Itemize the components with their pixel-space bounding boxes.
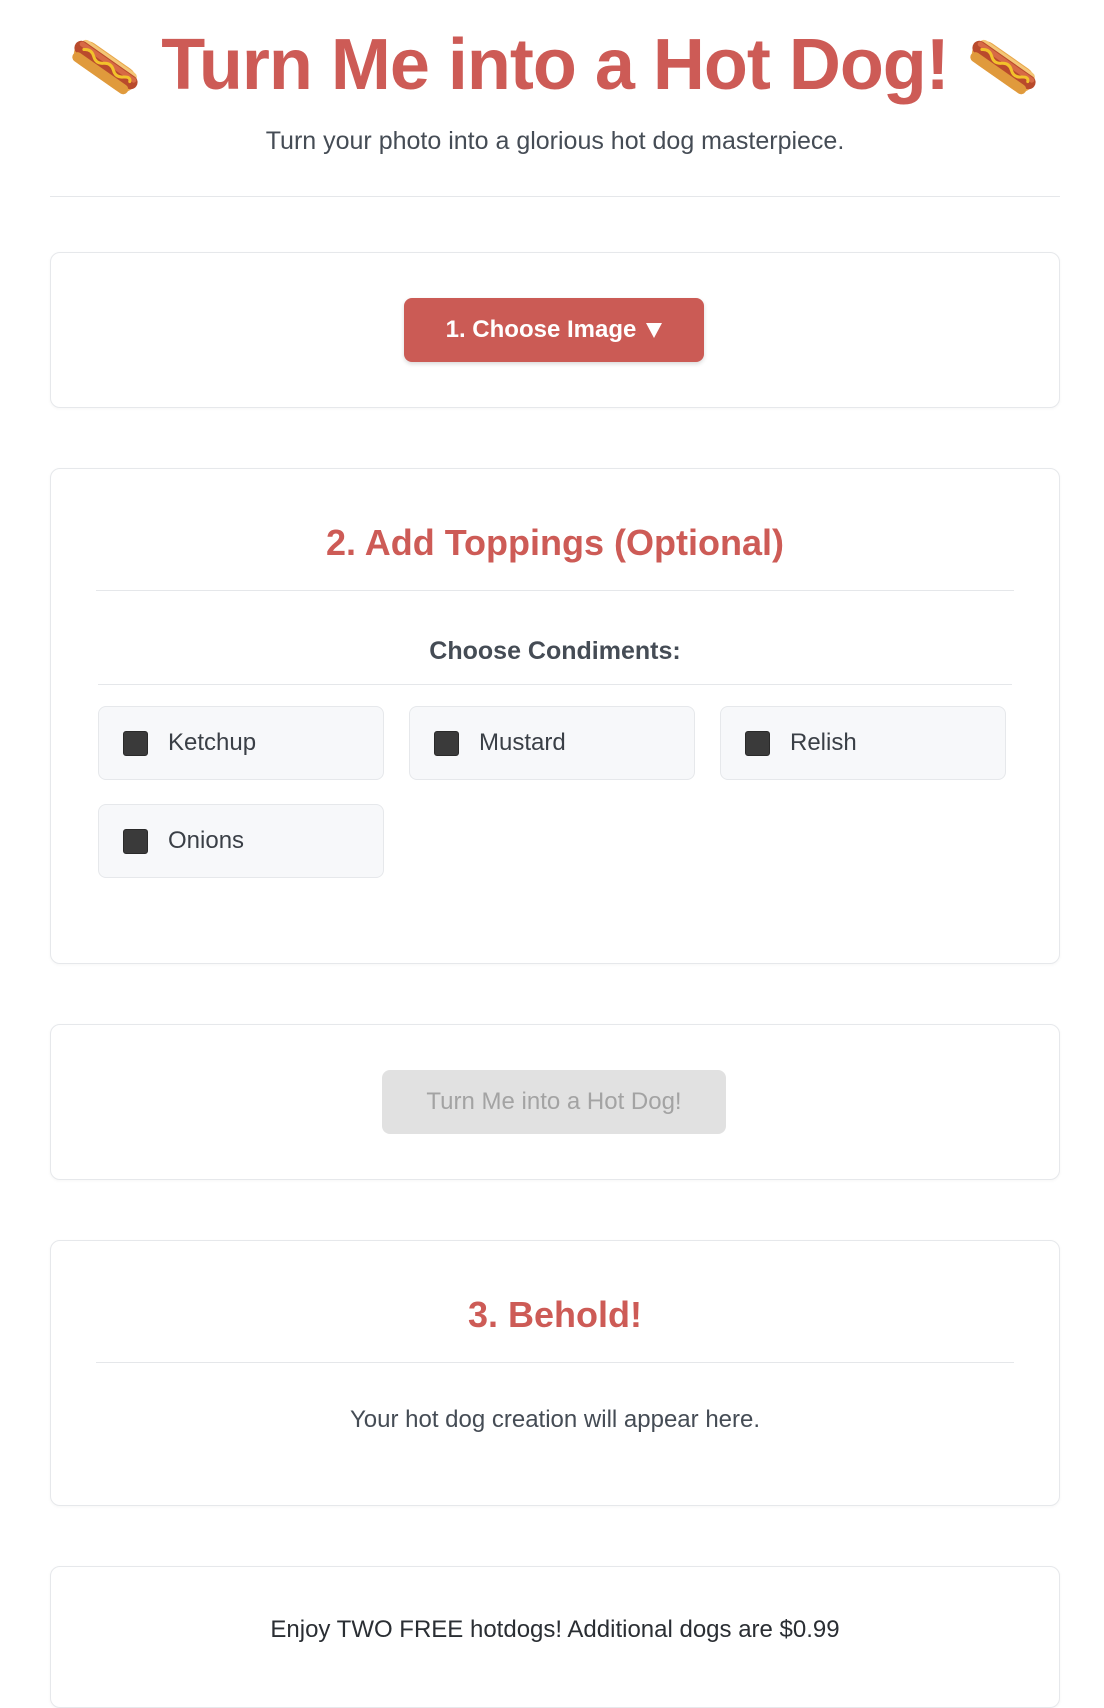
result-title: 3. Behold! <box>467 1294 642 1335</box>
choose-image-label: 1. Choose Image <box>445 316 637 343</box>
condiment-onions[interactable]: Onions <box>98 804 384 878</box>
hotdog-icon <box>69 28 143 102</box>
pricing-card: Enjoy TWO FREE hotdogs! Additional dogs … <box>50 1566 1060 1708</box>
condiment-label: Onions <box>168 827 245 854</box>
result-placeholder: Your hot dog creation will appear here. <box>349 1406 761 1433</box>
toppings-divider <box>96 590 1014 591</box>
condiments-heading: Choose Condiments: <box>429 637 681 665</box>
page-header: Turn Me into a Hot Dog! Turn your photo … <box>50 0 1060 197</box>
condiment-relish[interactable]: Relish <box>720 706 1006 780</box>
generate-card: Turn Me into a Hot Dog! <box>50 1024 1060 1180</box>
toppings-title: 2. Add Toppings (Optional) <box>326 522 784 563</box>
upload-card: 1. Choose Image <box>50 252 1060 408</box>
page-title: Turn Me into a Hot Dog! <box>161 25 950 105</box>
onions-checkbox[interactable] <box>123 828 148 854</box>
mustard-checkbox[interactable] <box>434 730 459 756</box>
condiment-ketchup[interactable]: Ketchup <box>98 706 384 780</box>
choose-image-button[interactable]: 1. Choose Image <box>404 298 704 362</box>
page-container: Turn Me into a Hot Dog! Turn your photo … <box>50 0 1060 1708</box>
condiment-label: Relish <box>790 729 857 756</box>
generate-hotdog-button[interactable]: Turn Me into a Hot Dog! <box>382 1070 726 1134</box>
page-subtitle: Turn your photo into a glorious hot dog … <box>265 127 845 155</box>
result-card: 3. Behold! Your hot dog creation will ap… <box>50 1240 1060 1506</box>
toppings-card: 2. Add Toppings (Optional) Choose Condim… <box>50 468 1060 964</box>
header-divider <box>50 196 1060 197</box>
condiment-label: Mustard <box>479 729 566 756</box>
result-divider <box>96 1362 1014 1363</box>
pricing-text: Enjoy TWO FREE hotdogs! Additional dogs … <box>270 1616 840 1643</box>
condiments-divider <box>98 684 1012 685</box>
hotdog-icon <box>967 28 1041 102</box>
title-row: Turn Me into a Hot Dog! <box>50 22 1060 108</box>
condiment-label: Ketchup <box>168 729 257 756</box>
caret-down-icon <box>646 322 663 338</box>
condiment-mustard[interactable]: Mustard <box>409 706 695 780</box>
ketchup-checkbox[interactable] <box>123 730 148 756</box>
relish-checkbox[interactable] <box>745 730 770 756</box>
